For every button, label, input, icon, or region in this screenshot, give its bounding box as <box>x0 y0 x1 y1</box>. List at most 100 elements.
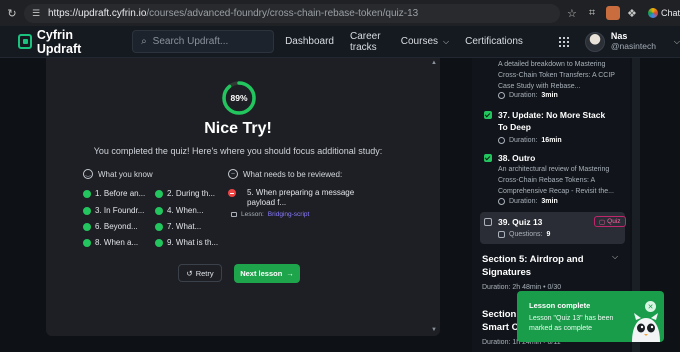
question-label: 9. What is th... <box>167 238 219 247</box>
gemini-icon <box>647 8 658 18</box>
brand-name: Cyfrin Updraft <box>36 27 82 56</box>
lesson-link[interactable]: Bridging-script <box>268 211 310 218</box>
search-box[interactable]: ⌕ <box>132 30 275 53</box>
panel-scrollbar[interactable]: ▲ ▼ <box>430 58 440 336</box>
mascot-icon <box>632 313 660 342</box>
quiz-tag-label: Quiz <box>607 218 621 225</box>
section-5-meta: Duration: 2h 48min • 0/30 <box>482 284 562 291</box>
nav-certifications[interactable]: Certifications <box>465 36 523 47</box>
known-question[interactable]: 4. When... <box>155 206 203 215</box>
section-6-title[interactable]: Section <box>482 308 522 321</box>
questions-value: 9 <box>546 231 551 238</box>
lesson-38-title[interactable]: 38. Outro <box>484 152 616 164</box>
section-6-title-line2[interactable]: Smart C <box>482 321 522 334</box>
reload-icon[interactable]: ↻ <box>4 5 20 21</box>
nav-courses[interactable]: Courses ⌵ <box>401 36 449 47</box>
clock-icon <box>498 92 505 99</box>
check-circle-icon <box>155 238 163 247</box>
section-5-title[interactable]: Section 5: Airdrop and Signatures <box>482 253 602 279</box>
check-circle-icon <box>83 222 91 231</box>
nav-career-tracks[interactable]: Career tracks <box>350 31 385 53</box>
score-percent: 89% <box>230 93 248 103</box>
app-header: Cyfrin Updraft ⌕ Dashboard Career tracks… <box>0 26 680 58</box>
site-info-icon[interactable]: ☰ <box>32 8 42 18</box>
scroll-up-icon[interactable]: ▲ <box>431 60 437 66</box>
user-menu[interactable]: Nas @nasintech ⌵ <box>584 31 680 52</box>
extensions-icon[interactable]: ⌗ <box>584 5 600 21</box>
questions-prefix: Questions: <box>509 231 543 238</box>
search-icon: ⌕ <box>141 36 147 47</box>
review-header-label: What needs to be reviewed: <box>243 169 343 179</box>
question-label: 7. What... <box>167 222 202 231</box>
search-input[interactable] <box>152 36 273 47</box>
known-question[interactable]: 1. Before an... <box>83 189 145 198</box>
puzzle-icon[interactable]: ❖ <box>624 5 640 21</box>
known-question[interactable]: 7. What... <box>155 222 201 231</box>
known-header: ‿ What you know <box>83 169 153 179</box>
retry-label: Retry <box>195 268 214 278</box>
known-question[interactable]: 3. In Foundr... <box>83 206 144 215</box>
check-circle-icon <box>155 206 163 215</box>
question-label: 4. When... <box>167 206 204 215</box>
known-question[interactable]: 2. During th... <box>155 189 215 198</box>
url-host: https://updraft.cyfrin.io <box>48 7 147 19</box>
chevron-down-icon: ⌵ <box>443 36 450 46</box>
duration-value: 3min <box>541 198 558 205</box>
scroll-down-icon[interactable]: ▼ <box>431 327 437 333</box>
profile-avatar[interactable] <box>605 6 620 20</box>
question-bubble-icon <box>498 231 505 238</box>
user-handle: @nasintech <box>610 40 656 51</box>
retry-button[interactable]: ↺ Retry <box>178 264 222 282</box>
next-lesson-label: Next lesson <box>240 269 283 278</box>
url-path: /courses/advanced-foundry/cross-chain-re… <box>146 7 419 19</box>
question-label: 1. Before an... <box>95 189 146 198</box>
duration-prefix: Duration: <box>509 198 538 205</box>
bookmark-star-icon[interactable]: ☆ <box>564 5 580 21</box>
lesson-36-duration: Duration: 3min <box>498 92 558 99</box>
lesson-39-title[interactable]: 39. Quiz 13 <box>484 216 584 228</box>
next-lesson-button[interactable]: Next lesson → <box>234 264 300 283</box>
review-question[interactable]: 5. When preparing a message payload f... <box>247 188 357 208</box>
clock-icon <box>498 137 505 144</box>
chevron-down-icon[interactable]: ⌵ <box>612 252 618 262</box>
lesson-title: 37. Update: No More Stack To Deep <box>498 110 606 132</box>
chat-button[interactable]: Chat <box>647 8 680 18</box>
brand-logo[interactable]: Cyfrin Updraft <box>18 28 112 56</box>
known-header-label: What you know <box>98 169 153 179</box>
retry-icon: ↺ <box>186 268 193 278</box>
smile-icon: ‿ <box>83 169 93 179</box>
question-label: 8. When a... <box>95 238 139 247</box>
lesson-title: 39. Quiz 13 <box>498 217 543 227</box>
toast-title: Lesson complete <box>529 301 591 310</box>
user-meta: Nas @nasintech <box>610 31 656 51</box>
known-question[interactable]: 9. What is th... <box>155 238 218 247</box>
lesson-38-duration: Duration: 3min <box>498 198 558 205</box>
checkbox-checked-icon[interactable] <box>484 111 492 119</box>
known-question[interactable]: 6. Beyond... <box>83 222 138 231</box>
check-circle-icon <box>83 206 91 215</box>
lesson-37-title[interactable]: 37. Update: No More Stack To Deep <box>484 109 616 133</box>
clock-icon <box>498 198 505 205</box>
chevron-down-icon: ⌵ <box>673 36 680 46</box>
known-question[interactable]: 8. When a... <box>83 238 138 247</box>
question-label: 6. Beyond... <box>95 222 138 231</box>
review-lesson-ref: Lesson: Bridging-script <box>231 211 309 218</box>
cyfrin-logo-icon <box>18 34 32 49</box>
check-circle-icon <box>155 189 163 198</box>
check-circle-icon <box>83 189 91 198</box>
lesson-complete-toast: Lesson complete Lesson "Quiz 13" has bee… <box>517 291 664 342</box>
quiz-tag-icon: ▢ <box>599 218 606 226</box>
address-bar[interactable]: ☰ https://updraft.cyfrin.io/courses/adva… <box>24 3 560 23</box>
nav-courses-label: Courses <box>400 36 439 47</box>
checkbox-checked-icon[interactable] <box>484 154 492 162</box>
result-subtitle: You completed the quiz! Here's where you… <box>93 146 383 156</box>
review-question-marker <box>228 189 236 197</box>
checkbox-empty-icon[interactable] <box>484 218 492 226</box>
apps-grid-icon[interactable] <box>558 36 569 47</box>
question-label: 3. In Foundr... <box>95 206 145 215</box>
toast-body: Lesson "Quiz 13" has been marked as comp… <box>529 315 614 332</box>
chat-label: Chat <box>660 8 680 18</box>
check-circle-icon <box>155 222 163 231</box>
nav-dashboard[interactable]: Dashboard <box>285 36 334 47</box>
neutral-face-icon: ‒ <box>228 169 238 179</box>
